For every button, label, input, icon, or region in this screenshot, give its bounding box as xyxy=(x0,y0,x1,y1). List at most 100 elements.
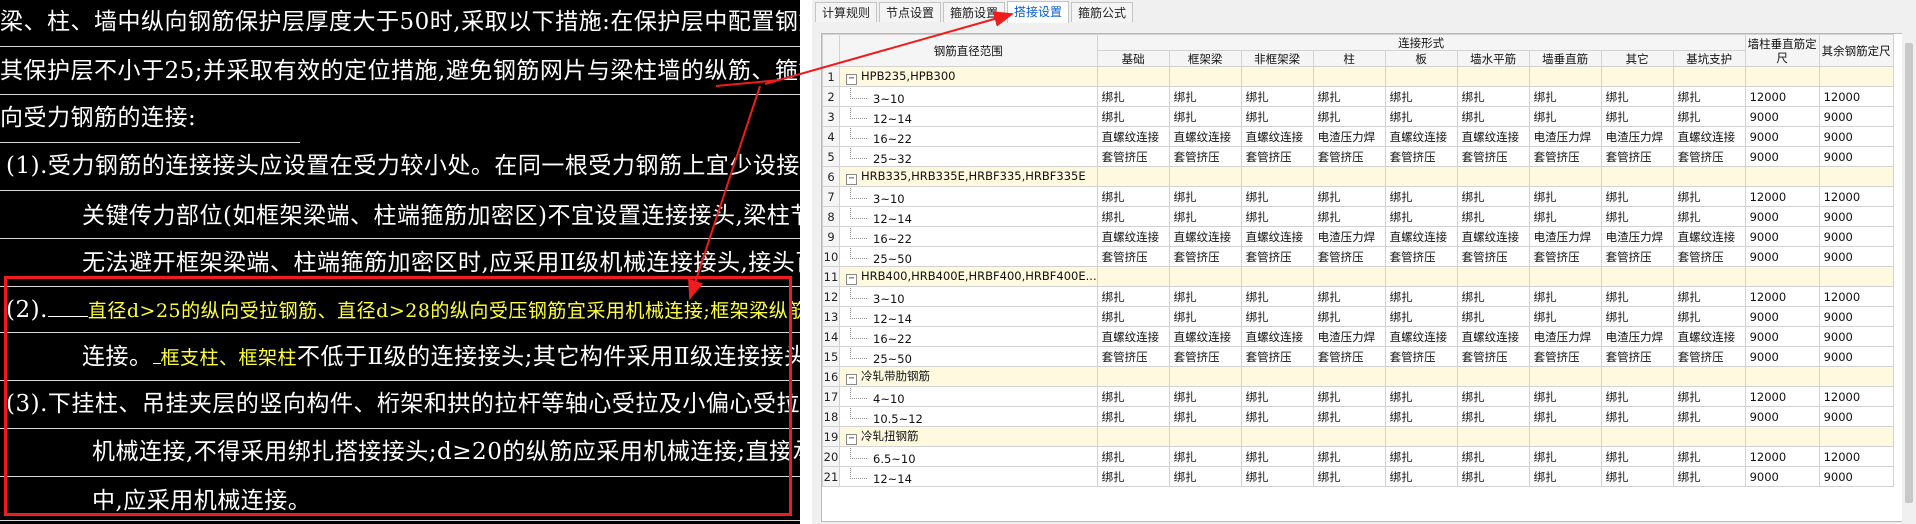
connection-type-cell[interactable]: 绑扎 xyxy=(1600,86,1674,107)
connection-type-cell[interactable]: 绑扎 xyxy=(1096,386,1170,407)
connection-type-cell[interactable]: 直螺纹连接 xyxy=(1384,126,1458,147)
connection-type-cell[interactable]: 绑扎 xyxy=(1384,466,1458,487)
connection-type-cell[interactable]: 绑扎 xyxy=(1456,406,1530,427)
connection-type-cell[interactable]: 电渣压力焊 xyxy=(1312,126,1386,147)
connection-type-cell[interactable]: 绑扎 xyxy=(1528,306,1602,327)
connection-type-cell[interactable]: 绑扎 xyxy=(1096,86,1170,107)
table-row[interactable]: 15 25~50 套管挤压 套管挤压 套管挤压 套管挤压 套管挤压 套管挤压 套管挤压 套管挤压套… xyxy=(822,346,1894,367)
connection-type-cell[interactable]: 套管挤压 xyxy=(1168,246,1242,267)
connection-type-cell[interactable]: 绑扎 xyxy=(1384,206,1458,227)
wall-column-length-cell[interactable]: 9000 xyxy=(1744,306,1820,327)
connection-type-cell[interactable]: 直螺纹连接 xyxy=(1168,226,1242,247)
connection-type-cell[interactable]: 电渣压力焊 xyxy=(1528,326,1602,347)
connection-type-cell[interactable]: 套管挤压 xyxy=(1240,346,1314,367)
connection-type-cell[interactable]: 绑扎 xyxy=(1240,466,1314,487)
vertical-scrollbar[interactable] xyxy=(1902,33,1916,522)
connection-type-cell[interactable]: 绑扎 xyxy=(1240,386,1314,407)
other-length-cell[interactable]: 9000 xyxy=(1818,466,1894,487)
connection-type-cell[interactable]: 绑扎 xyxy=(1096,306,1170,327)
connection-type-cell[interactable]: 绑扎 xyxy=(1456,206,1530,227)
connection-type-cell[interactable]: 绑扎 xyxy=(1168,206,1242,227)
connection-type-cell[interactable]: 绑扎 xyxy=(1240,86,1314,107)
connection-type-cell[interactable]: 绑扎 xyxy=(1528,286,1602,307)
connection-type-cell[interactable]: 套管挤压 xyxy=(1384,346,1458,367)
connection-type-cell[interactable]: 绑扎 xyxy=(1600,206,1674,227)
connection-type-cell[interactable]: 电渣压力焊 xyxy=(1312,326,1386,347)
grade-group-row[interactable]: 1− HPB235,HPB300 xyxy=(822,66,1894,87)
wall-column-length-cell[interactable]: 9000 xyxy=(1744,246,1820,267)
connection-type-cell[interactable]: 直螺纹连接 xyxy=(1456,326,1530,347)
connection-type-cell[interactable]: 绑扎 xyxy=(1672,446,1746,467)
tab-3[interactable]: 箍筋设置 xyxy=(943,2,1005,22)
wall-column-length-cell[interactable]: 9000 xyxy=(1744,326,1820,347)
table-row[interactable]: 13 12~14 绑扎 绑扎 绑扎 绑扎 绑扎 绑扎 绑扎 绑扎 绑扎 9000 9000 xyxy=(822,306,1894,327)
other-length-cell[interactable]: 9000 xyxy=(1818,126,1894,147)
connection-type-cell[interactable]: 绑扎 xyxy=(1600,286,1674,307)
table-row[interactable]: 20 6.5~10 绑扎 绑扎 绑扎 绑扎 绑扎 绑扎 绑扎 绑扎 绑扎 12000 12000 xyxy=(822,446,1894,467)
table-row[interactable]: 5 25~32 套管挤压 套管挤压 套管挤压 套管挤压 套管挤压 套管挤压 套管挤压 套管挤压 套管… xyxy=(822,146,1894,167)
connection-type-cell[interactable]: 绑扎 xyxy=(1456,106,1530,127)
connection-type-cell[interactable]: 绑扎 xyxy=(1384,186,1458,207)
table-row[interactable]: 14 16~22 直螺纹连接 直螺纹连接 直螺纹连接 电渣压力焊 直螺纹连接 直螺纹连接 电渣压… xyxy=(822,326,1894,347)
connection-type-cell[interactable]: 绑扎 xyxy=(1312,446,1386,467)
connection-type-cell[interactable]: 绑扎 xyxy=(1456,386,1530,407)
other-length-cell[interactable]: 12000 xyxy=(1818,386,1894,407)
connection-type-cell[interactable]: 绑扎 xyxy=(1672,286,1746,307)
connection-type-cell[interactable]: 绑扎 xyxy=(1168,86,1242,107)
connection-type-cell[interactable]: 直螺纹连接 xyxy=(1672,226,1746,247)
connection-type-cell[interactable]: 绑扎 xyxy=(1528,446,1602,467)
connection-type-cell[interactable]: 套管挤压 xyxy=(1096,346,1170,367)
connection-type-cell[interactable]: 套管挤压 xyxy=(1600,346,1674,367)
connection-type-cell[interactable]: 绑扎 xyxy=(1312,106,1386,127)
wall-column-length-cell[interactable]: 9000 xyxy=(1744,346,1820,367)
connection-type-cell[interactable]: 绑扎 xyxy=(1528,386,1602,407)
connection-type-cell[interactable]: 绑扎 xyxy=(1240,186,1314,207)
tab-1[interactable]: 计算规则 xyxy=(815,2,877,22)
connection-type-cell[interactable]: 绑扎 xyxy=(1240,446,1314,467)
connection-type-cell[interactable]: 套管挤压 xyxy=(1528,346,1602,367)
connection-type-cell[interactable]: 绑扎 xyxy=(1456,286,1530,307)
other-length-cell[interactable]: 9000 xyxy=(1818,226,1894,247)
connection-type-cell[interactable]: 绑扎 xyxy=(1672,406,1746,427)
other-length-cell[interactable]: 9000 xyxy=(1818,306,1894,327)
scrollbar-thumb[interactable] xyxy=(1905,43,1913,503)
connection-type-cell[interactable]: 绑扎 xyxy=(1384,446,1458,467)
other-length-cell[interactable]: 12000 xyxy=(1818,446,1894,467)
connection-type-cell[interactable]: 电渣压力焊 xyxy=(1528,126,1602,147)
connection-type-cell[interactable]: 绑扎 xyxy=(1456,306,1530,327)
wall-column-length-cell[interactable]: 9000 xyxy=(1744,106,1820,127)
connection-type-cell[interactable]: 电渣压力焊 xyxy=(1600,326,1674,347)
connection-type-cell[interactable]: 套管挤压 xyxy=(1528,246,1602,267)
connection-type-cell[interactable]: 套管挤压 xyxy=(1240,146,1314,167)
connection-type-cell[interactable]: 绑扎 xyxy=(1312,466,1386,487)
connection-type-cell[interactable]: 直螺纹连接 xyxy=(1168,126,1242,147)
grade-group-row[interactable]: 6− HRB335,HRB335E,HRBF335,HRBF335E xyxy=(822,166,1894,187)
wall-column-length-cell[interactable]: 9000 xyxy=(1744,226,1820,247)
connection-type-cell[interactable]: 套管挤压 xyxy=(1600,246,1674,267)
connection-type-cell[interactable]: 套管挤压 xyxy=(1600,146,1674,167)
connection-type-cell[interactable]: 绑扎 xyxy=(1312,206,1386,227)
connection-type-cell[interactable]: 绑扎 xyxy=(1528,406,1602,427)
connection-type-cell[interactable]: 套管挤压 xyxy=(1456,246,1530,267)
connection-type-cell[interactable]: 电渣压力焊 xyxy=(1528,226,1602,247)
connection-type-cell[interactable]: 套管挤压 xyxy=(1168,346,1242,367)
connection-type-cell[interactable]: 绑扎 xyxy=(1672,466,1746,487)
wall-column-length-cell[interactable]: 12000 xyxy=(1744,286,1820,307)
connection-type-cell[interactable]: 绑扎 xyxy=(1456,186,1530,207)
connection-type-cell[interactable]: 直螺纹连接 xyxy=(1096,126,1170,147)
connection-type-cell[interactable]: 绑扎 xyxy=(1240,286,1314,307)
connection-type-cell[interactable]: 直螺纹连接 xyxy=(1456,126,1530,147)
connection-type-cell[interactable]: 绑扎 xyxy=(1168,386,1242,407)
connection-type-cell[interactable]: 绑扎 xyxy=(1528,106,1602,127)
other-length-cell[interactable]: 9000 xyxy=(1818,246,1894,267)
connection-type-cell[interactable]: 直螺纹连接 xyxy=(1240,226,1314,247)
other-length-cell[interactable]: 9000 xyxy=(1818,106,1894,127)
connection-type-cell[interactable]: 绑扎 xyxy=(1240,406,1314,427)
connection-type-cell[interactable]: 套管挤压 xyxy=(1672,246,1746,267)
connection-type-cell[interactable]: 直螺纹连接 xyxy=(1096,326,1170,347)
connection-type-cell[interactable]: 套管挤压 xyxy=(1672,146,1746,167)
connection-type-cell[interactable]: 绑扎 xyxy=(1600,446,1674,467)
connection-type-cell[interactable]: 直螺纹连接 xyxy=(1456,226,1530,247)
connection-type-cell[interactable]: 绑扎 xyxy=(1384,386,1458,407)
connection-type-cell[interactable]: 绑扎 xyxy=(1240,306,1314,327)
